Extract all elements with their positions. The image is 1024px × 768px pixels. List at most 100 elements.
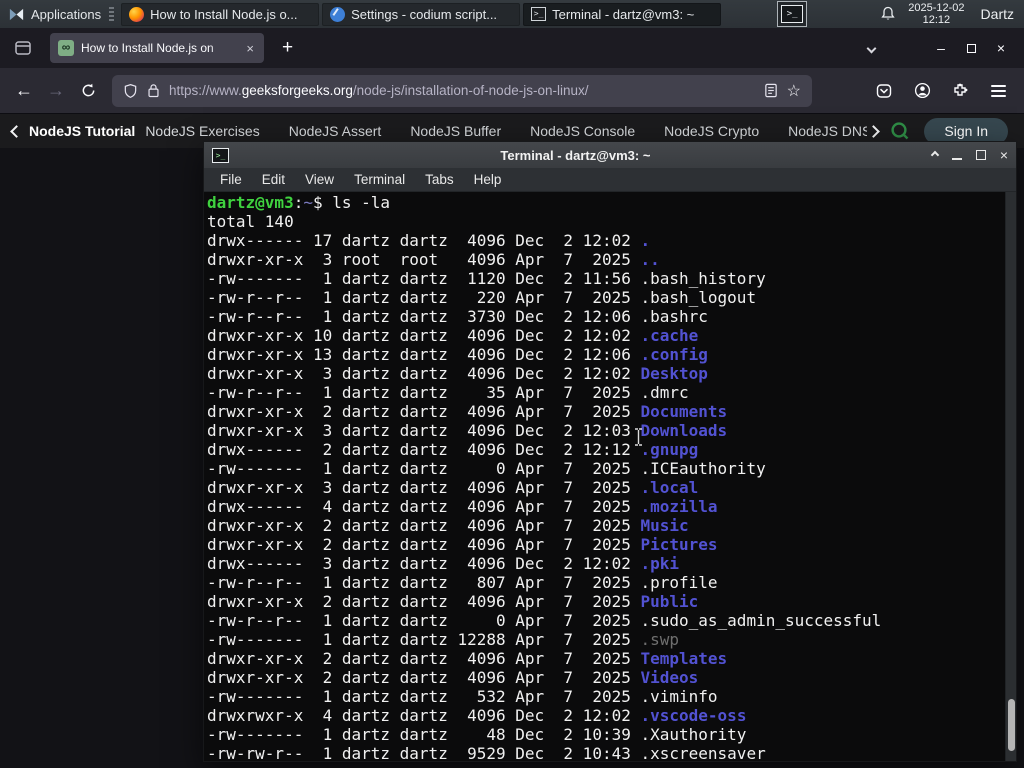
terminal-menubar: File Edit View Terminal Tabs Help: [204, 168, 1016, 192]
nav-link[interactable]: NodeJS Crypto: [664, 123, 759, 139]
panel-grip-handle[interactable]: [109, 6, 115, 22]
terminal-menu-file[interactable]: File: [210, 172, 252, 187]
taskbar-button[interactable]: Settings - codium script...: [322, 2, 521, 26]
account-button[interactable]: [908, 75, 936, 107]
reload-button[interactable]: [72, 75, 104, 107]
nav-link[interactable]: NodeJS Exercises: [145, 123, 259, 139]
taskbar-button[interactable]: >_ Terminal - dartz@vm3: ~: [523, 2, 722, 26]
clock-time: 12:12: [922, 14, 951, 26]
hamburger-icon: [990, 82, 1006, 100]
url-path: /node-js/installation-of-node-js-on-linu…: [352, 83, 589, 98]
terminal-line: -rw------- 1 dartz dartz 1120 Dec 2 11:5…: [207, 269, 766, 288]
chevron-down-icon: [866, 43, 876, 53]
terminal-glyph: >_: [781, 5, 804, 23]
terminal-menu-tabs[interactable]: Tabs: [415, 172, 464, 187]
app-menu-button[interactable]: [984, 75, 1012, 107]
user-menu[interactable]: Dartz: [981, 6, 1014, 22]
tab-close-button[interactable]: ×: [244, 40, 256, 57]
terminal-minimize-button[interactable]: [951, 157, 962, 160]
maximize-icon: [966, 43, 976, 53]
tab-bar: ∞ How to Install Node.js on × + – ×: [0, 28, 1024, 68]
chevron-right-icon[interactable]: [867, 124, 881, 138]
pocket-button[interactable]: [870, 75, 898, 107]
terminal-title: Terminal - dartz@vm3: ~: [500, 147, 651, 163]
terminal-menu-view[interactable]: View: [295, 172, 344, 187]
terminal-line: total 140: [207, 212, 294, 231]
window-maximize-button[interactable]: [956, 35, 986, 61]
terminal-line: -rw-r--r-- 1 dartz dartz 220 Apr 7 2025 …: [207, 288, 757, 307]
terminal-line: -rw-r--r-- 1 dartz dartz 35 Apr 7 2025 .…: [207, 383, 689, 402]
url-bar[interactable]: https://www.geeksforgeeks.org/node-js/in…: [112, 74, 812, 107]
bookmark-star-button[interactable]: ☆: [787, 81, 801, 101]
terminal-line: drwxr-xr-x 10 dartz dartz 4096 Dec 2 12:…: [207, 326, 699, 345]
terminal-scrollbar[interactable]: [1005, 192, 1016, 761]
codium-icon: [330, 6, 346, 22]
window-close-button[interactable]: ×: [986, 35, 1016, 61]
terminal-menu-terminal[interactable]: Terminal: [344, 172, 415, 187]
terminal-close-button[interactable]: ×: [1000, 148, 1008, 162]
terminal-line: drwx------ 3 dartz dartz 4096 Dec 2 12:0…: [207, 554, 680, 573]
taskbar-button-label: Terminal - dartz@vm3: ~: [552, 6, 695, 22]
applications-label: Applications: [31, 6, 102, 22]
taskbar-button[interactable]: How to Install Node.js o...: [121, 2, 320, 26]
list-all-tabs-button[interactable]: [856, 35, 886, 61]
terminal-menu-help[interactable]: Help: [464, 172, 512, 187]
terminal-line: drwxrwxr-x 4 dartz dartz 4096 Dec 2 12:0…: [207, 706, 747, 725]
panel-clock[interactable]: 2025-12-02 12:12: [908, 2, 964, 27]
terminal-line: -rw------- 1 dartz dartz 0 Apr 7 2025 .I…: [207, 459, 766, 478]
reload-icon: [82, 83, 94, 97]
shade-button[interactable]: [930, 150, 940, 160]
subnav-links: NodeJS Exercises NodeJS Assert NodeJS Buff…: [145, 123, 867, 139]
terminal-tray-icon[interactable]: >_: [777, 1, 808, 27]
terminal-line: -rw------- 1 dartz dartz 532 Apr 7 2025 …: [207, 687, 718, 706]
terminal-window-icon: >_: [212, 147, 229, 163]
firefox-icon: [129, 6, 145, 22]
search-icon[interactable]: [890, 121, 910, 141]
browser-tab[interactable]: ∞ How to Install Node.js on ×: [50, 33, 264, 63]
url-scheme: https://www.: [169, 83, 242, 98]
browser-toolbar: ← → https://www.geeksforgeeks.org/node-j…: [0, 68, 1024, 114]
terminal-line: drwxr-xr-x 3 dartz dartz 4096 Dec 2 12:0…: [207, 364, 708, 383]
terminal-line: drwxr-xr-x 2 dartz dartz 4096 Apr 7 2025…: [207, 592, 699, 611]
tracking-shield-icon[interactable]: [123, 83, 138, 99]
terminal-line: -rw------- 1 dartz dartz 12288 Apr 7 202…: [207, 630, 680, 649]
mouse-ibeam-cursor: [633, 428, 644, 446]
scrollbar-thumb[interactable]: [1008, 699, 1015, 751]
gfg-favicon: ∞: [58, 40, 74, 56]
firefox-view-button[interactable]: [12, 37, 34, 59]
terminal-output: dartz@vm3:~$ ls -la total 140 drwx------ 1…: [207, 193, 1002, 761]
url-text[interactable]: https://www.geeksforgeeks.org/node-js/in…: [169, 83, 755, 98]
terminal-line: -rw-r--r-- 1 dartz dartz 0 Apr 7 2025 .s…: [207, 611, 882, 630]
nav-link[interactable]: NodeJS DNS: [788, 123, 867, 139]
nav-link[interactable]: NodeJS Assert: [289, 123, 382, 139]
nav-link-nodejs-tutorial[interactable]: NodeJS Tutorial: [29, 123, 135, 139]
terminal-titlebar[interactable]: >_ Terminal - dartz@vm3: ~ ×: [204, 142, 1016, 168]
terminal-line: drwxr-xr-x 2 dartz dartz 4096 Apr 7 2025…: [207, 668, 699, 687]
pocket-icon: [876, 83, 892, 98]
forward-button[interactable]: →: [40, 75, 72, 107]
notification-bell-icon[interactable]: [880, 6, 896, 22]
terminal-menu-edit[interactable]: Edit: [252, 172, 295, 187]
terminal-line: drwxr-xr-x 3 root root 4096 Apr 7 2025 .…: [207, 250, 660, 269]
terminal-line: -rw-r--r-- 1 dartz dartz 807 Apr 7 2025 …: [207, 573, 718, 592]
nav-link[interactable]: NodeJS Console: [530, 123, 635, 139]
terminal-body[interactable]: dartz@vm3:~$ ls -la total 140 drwx------ 1…: [204, 192, 1016, 761]
terminal-line: -rw-r--r-- 1 dartz dartz 3730 Dec 2 12:0…: [207, 307, 708, 326]
nav-link[interactable]: NodeJS Buffer: [410, 123, 501, 139]
lock-icon[interactable]: [147, 83, 160, 98]
toolbar-right-icons: [870, 75, 1012, 107]
new-tab-button[interactable]: +: [276, 37, 299, 59]
tab-title: How to Install Node.js on: [81, 41, 214, 55]
taskbar-button-label: Settings - codium script...: [351, 6, 498, 22]
window-minimize-button[interactable]: –: [926, 35, 956, 61]
reader-mode-icon[interactable]: [764, 83, 778, 98]
applications-menu-button[interactable]: Applications: [0, 0, 109, 28]
chevron-left-icon[interactable]: [10, 124, 23, 138]
account-icon: [914, 82, 930, 99]
terminal-line: drwxr-xr-x 2 dartz dartz 4096 Apr 7 2025…: [207, 535, 718, 554]
extensions-button[interactable]: [946, 75, 974, 107]
terminal-icon: >_: [531, 7, 547, 21]
back-button[interactable]: ←: [8, 75, 40, 107]
terminal-maximize-button[interactable]: [975, 150, 986, 160]
terminal-window: >_ Terminal - dartz@vm3: ~ × File Edit Vie…: [203, 141, 1017, 762]
